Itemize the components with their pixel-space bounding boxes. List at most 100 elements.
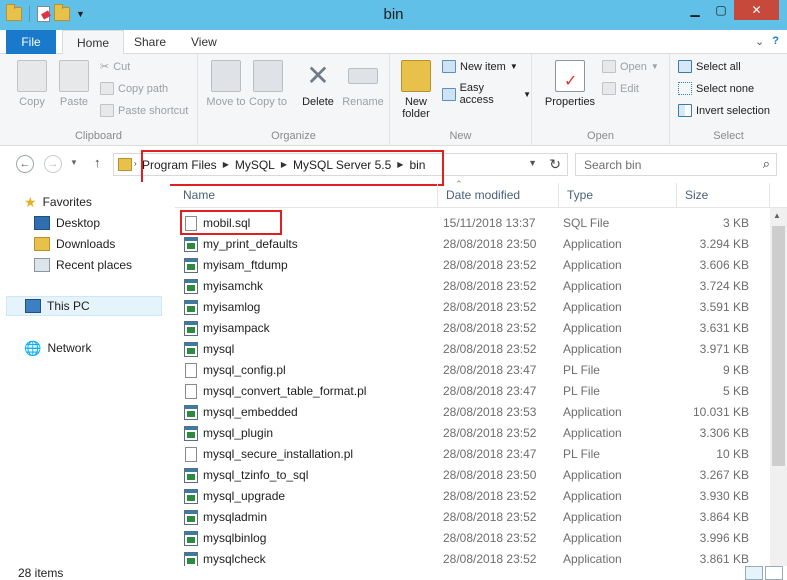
file-size: 3 KB xyxy=(722,216,749,230)
chevron-down-icon[interactable]: ⌄ xyxy=(755,35,764,48)
file-type: Application xyxy=(563,258,622,272)
nav-this-pc[interactable]: This PC xyxy=(6,296,162,316)
organize-group: Move to Copy to ✕ Delete Rename Organize xyxy=(198,54,390,146)
easy-access-button[interactable]: Easy access ▼ xyxy=(442,82,531,106)
select-all-button[interactable]: Select all xyxy=(678,60,741,73)
file-row[interactable]: mysql_convert_table_format.pl 28/08/2018 … xyxy=(175,381,770,402)
new-group: New folder New item ▼ Easy access ▼ New xyxy=(390,54,532,146)
scrollbar-thumb[interactable] xyxy=(772,226,785,466)
open-button[interactable]: Open ▼ xyxy=(602,60,659,73)
tab-view[interactable]: View xyxy=(177,30,231,54)
file-row[interactable]: myisampack 28/08/2018 23:52 Application 3.6… xyxy=(175,318,770,339)
minimize-button[interactable]: ▁ xyxy=(682,0,708,20)
file-row[interactable]: mysql_config.pl 28/08/2018 23:47 PL File 9 … xyxy=(175,360,770,381)
back-button[interactable]: ← xyxy=(16,155,34,173)
tab-file[interactable]: File xyxy=(6,30,56,54)
file-type: PL File xyxy=(563,363,600,377)
status-bar: 28 items xyxy=(0,566,787,580)
file-type: PL File xyxy=(563,447,600,461)
application-icon xyxy=(184,342,198,357)
delete-x-icon: ✕ xyxy=(306,60,330,91)
cut-button[interactable]: ✂ Cut xyxy=(100,60,130,74)
tab-share[interactable]: Share xyxy=(120,30,180,54)
paste-shortcut-button[interactable]: Paste shortcut xyxy=(100,104,188,117)
column-size[interactable]: Size xyxy=(677,183,770,208)
file-row[interactable]: mysqlbinlog 28/08/2018 23:52 Application 3.… xyxy=(175,528,770,549)
file-row[interactable]: myisam_ftdump 28/08/2018 23:52 Application… xyxy=(175,255,770,276)
search-icon: ⌕ xyxy=(762,156,770,171)
file-list: mobil.sql 15/11/2018 13:37 SQL File 3 KB my_… xyxy=(175,213,770,570)
column-name[interactable]: Name xyxy=(175,183,438,208)
ribbon: Copy Paste ✂ Cut Copy path Paste shortcu… xyxy=(0,54,787,146)
nav-favorites[interactable]: ★ Favorites xyxy=(24,192,189,212)
file-row[interactable]: mysql_embedded 28/08/2018 23:53 Applicatio… xyxy=(175,402,770,423)
highlight-box-address xyxy=(141,150,444,186)
clipboard-group: Copy Paste ✂ Cut Copy path Paste shortcu… xyxy=(0,54,198,146)
file-size: 3.591 KB xyxy=(699,300,749,314)
move-to-button[interactable]: Move to xyxy=(206,60,246,108)
document-icon xyxy=(185,447,197,462)
organize-label: Organize xyxy=(271,130,316,142)
easy-access-icon xyxy=(442,87,456,101)
properties-button[interactable]: ✓ Properties xyxy=(540,60,600,108)
up-arrow-icon[interactable]: ↑ xyxy=(94,155,101,170)
file-date: 28/08/2018 23:52 xyxy=(443,300,537,314)
copy-path-button[interactable]: Copy path xyxy=(100,82,168,95)
file-name: mysql xyxy=(203,342,235,356)
ribbon-controls: ⌄ ? xyxy=(755,35,779,48)
large-icons-view-icon[interactable] xyxy=(765,566,783,580)
edit-button[interactable]: Edit xyxy=(602,82,639,95)
application-icon xyxy=(184,237,198,252)
rename-button[interactable]: Rename xyxy=(340,60,386,108)
new-folder-button[interactable]: New folder xyxy=(396,60,436,120)
file-type: Application xyxy=(563,321,622,335)
tab-home[interactable]: Home xyxy=(62,30,125,55)
file-row[interactable]: mysqladmin 28/08/2018 23:52 Application 3.8… xyxy=(175,507,770,528)
item-count: 28 items xyxy=(18,566,64,580)
view-buttons xyxy=(745,566,783,580)
file-row[interactable]: myisamlog 28/08/2018 23:52 Application 3.59… xyxy=(175,297,770,318)
open-label: Open xyxy=(587,130,614,142)
nav-network[interactable]: 🌐 Network xyxy=(24,338,189,358)
application-icon xyxy=(184,258,198,273)
select-none-button[interactable]: Select none xyxy=(678,82,754,95)
column-type[interactable]: Type xyxy=(559,183,677,208)
new-item-button[interactable]: New item ▼ xyxy=(442,60,518,73)
vertical-scrollbar[interactable]: ▲ ▼ xyxy=(770,208,787,580)
file-size: 3.294 KB xyxy=(699,237,749,251)
help-icon[interactable]: ? xyxy=(772,35,779,48)
delete-button[interactable]: ✕ Delete xyxy=(296,60,340,108)
forward-button[interactable]: → xyxy=(44,155,62,173)
column-headers: ⌃ Name Date modified Type Size xyxy=(175,179,787,208)
copy-icon xyxy=(17,60,47,92)
file-row[interactable]: my_print_defaults 28/08/2018 23:50 Applica… xyxy=(175,234,770,255)
file-date: 28/08/2018 23:52 xyxy=(443,426,537,440)
search-input[interactable]: Search bin ⌕ xyxy=(575,153,777,176)
file-row[interactable]: mysql_tzinfo_to_sql 28/08/2018 23:50 Appli… xyxy=(175,465,770,486)
paste-button[interactable]: Paste xyxy=(54,60,94,108)
star-icon: ★ xyxy=(24,193,37,210)
file-row[interactable]: mysql 28/08/2018 23:52 Application 3.971 KB xyxy=(175,339,770,360)
document-icon xyxy=(185,363,197,378)
scroll-up-icon[interactable]: ▲ xyxy=(773,211,781,220)
file-row[interactable]: mysql_upgrade 28/08/2018 23:52 Application… xyxy=(175,486,770,507)
file-row[interactable]: mysql_plugin 28/08/2018 23:52 Application 3… xyxy=(175,423,770,444)
file-row[interactable]: mysql_secure_installation.pl 28/08/2018 2… xyxy=(175,444,770,465)
close-button[interactable]: ✕ xyxy=(734,0,779,20)
file-type: PL File xyxy=(563,384,600,398)
file-name: myisamlog xyxy=(203,300,261,314)
column-date-modified[interactable]: Date modified xyxy=(438,183,559,208)
copy-button[interactable]: Copy xyxy=(12,60,52,108)
details-view-icon[interactable] xyxy=(745,566,763,580)
copy-to-button[interactable]: Copy to xyxy=(248,60,288,108)
refresh-icon[interactable]: ↻ xyxy=(549,156,561,173)
recent-locations-icon[interactable]: ▼ xyxy=(70,158,78,167)
new-label: New xyxy=(449,130,472,142)
file-row[interactable]: myisamchk 28/08/2018 23:52 Application 3.72… xyxy=(175,276,770,297)
chevron-down-icon[interactable]: ▼ xyxy=(528,158,537,168)
file-name: mysql_config.pl xyxy=(203,363,286,377)
invert-selection-button[interactable]: Invert selection xyxy=(678,104,770,117)
file-name: mysql_embedded xyxy=(203,405,298,419)
file-date: 28/08/2018 23:50 xyxy=(443,237,537,251)
maximize-button[interactable]: ▢ xyxy=(708,0,734,20)
